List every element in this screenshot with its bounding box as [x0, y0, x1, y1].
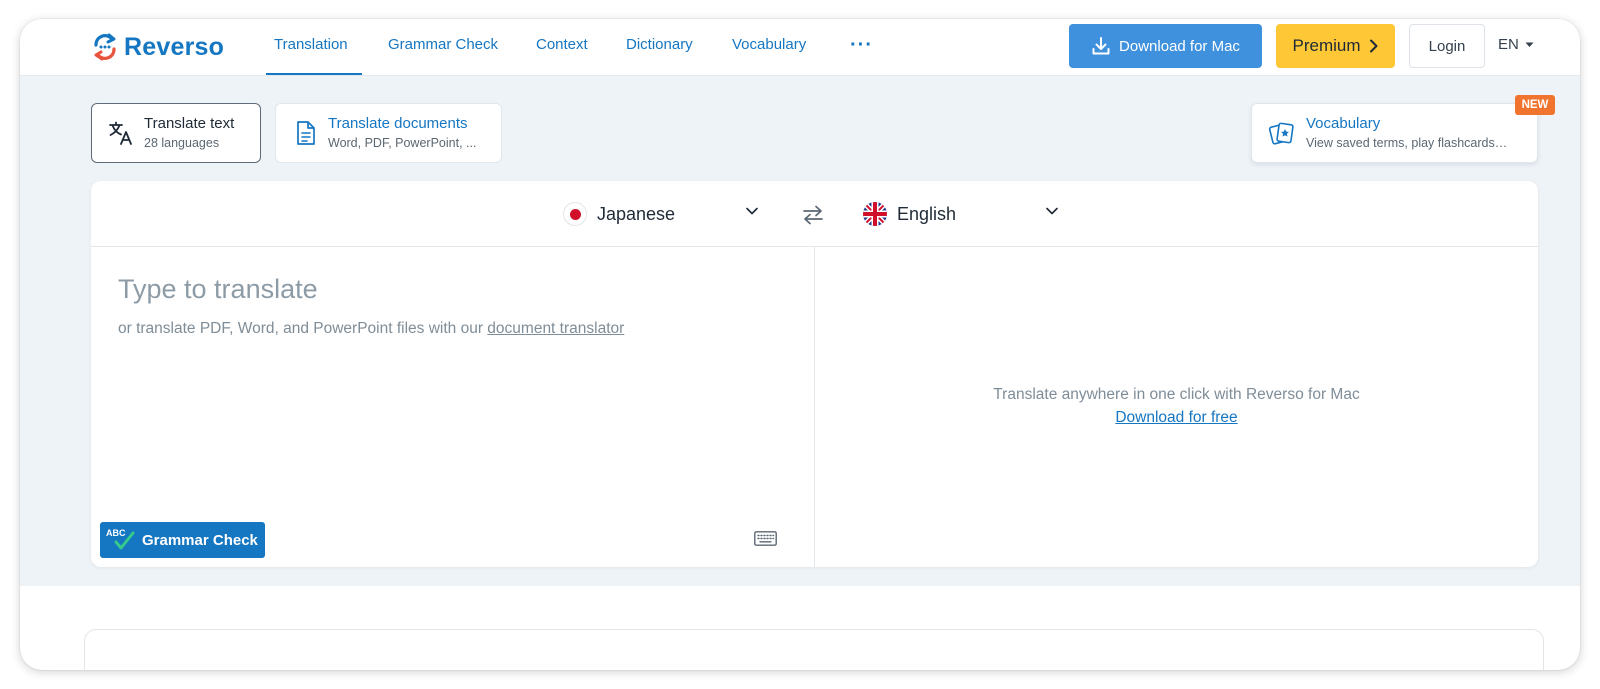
target-chevron-down-icon[interactable] — [1046, 207, 1058, 215]
login-button[interactable]: Login — [1409, 24, 1485, 68]
interface-language-select[interactable]: EN — [1498, 36, 1534, 53]
top-navigation: Reverso Translation Grammar Check Contex… — [20, 19, 1580, 76]
premium-button[interactable]: Premium — [1276, 24, 1395, 68]
translate-documents-card[interactable]: Translate documents Word, PDF, PowerPoin… — [275, 103, 502, 163]
mac-promo-text: Translate anywhere in one click with Rev… — [993, 386, 1360, 403]
source-language-label: Japanese — [597, 203, 676, 224]
abc-text: ABC — [106, 528, 126, 538]
translate-text-card[interactable]: Translate text 28 languages — [91, 103, 261, 163]
chevron-right-icon — [1369, 39, 1377, 53]
nav-context[interactable]: Context — [536, 19, 588, 76]
source-chevron-down-icon[interactable] — [746, 207, 758, 215]
vocabulary-title: Vocabulary — [1306, 115, 1381, 132]
language-bar: Japanese English — [91, 181, 1538, 247]
document-icon — [297, 121, 315, 145]
translate-icon — [109, 121, 132, 145]
vocabulary-card[interactable]: Vocabulary View saved terms, play flashc… — [1251, 103, 1538, 163]
active-tab-indicator — [266, 73, 362, 75]
lower-content-card — [84, 629, 1544, 670]
target-language-select[interactable]: English — [863, 200, 956, 228]
nav-translation[interactable]: Translation — [274, 19, 348, 76]
translate-text-subtitle: 28 languages — [144, 136, 220, 150]
keyboard-icon[interactable] — [754, 531, 777, 546]
premium-button-label: Premium — [1292, 36, 1361, 55]
flashcards-icon — [1268, 122, 1294, 145]
reverso-logo[interactable]: Reverso — [90, 30, 224, 64]
document-hint-text: or translate PDF, Word, and PowerPoint f… — [118, 320, 488, 337]
nav-vocabulary[interactable]: Vocabulary — [732, 19, 806, 76]
grammar-check-button[interactable]: ABC Grammar Check — [100, 522, 265, 558]
translator-section: Translate text 28 languages Translate do… — [20, 76, 1580, 586]
translate-documents-title: Translate documents — [328, 115, 468, 132]
target-language-label: English — [897, 203, 957, 224]
interface-language-label: EN — [1498, 36, 1519, 53]
download-button-label: Download for Mac — [1119, 37, 1240, 55]
more-menu-icon[interactable]: ··· — [850, 34, 873, 57]
new-badge: NEW — [1515, 95, 1555, 115]
download-icon — [1092, 37, 1110, 55]
source-language-select[interactable]: Japanese — [563, 200, 675, 228]
grammar-check-label: Grammar Check — [142, 531, 258, 549]
reverso-logo-icon — [94, 33, 116, 61]
translate-text-title: Translate text — [144, 115, 235, 132]
swap-languages-icon[interactable] — [802, 205, 824, 225]
translator-panel: Japanese English Type to translate or tr… — [91, 181, 1538, 567]
brand-name: Reverso — [124, 32, 225, 61]
translate-documents-subtitle: Word, PDF, PowerPoint, ... — [328, 136, 477, 150]
vocabulary-subtitle: View saved terms, play flashcards… — [1306, 136, 1508, 150]
mac-promo: Translate anywhere in one click with Rev… — [815, 386, 1538, 427]
abc-check-icon: ABC — [106, 528, 135, 550]
source-text-input[interactable]: Type to translate — [118, 274, 318, 305]
app-window: Reverso Translation Grammar Check Contex… — [20, 19, 1580, 670]
japan-flag-icon — [563, 202, 587, 226]
uk-flag-icon — [863, 202, 887, 226]
document-hint: or translate PDF, Word, and PowerPoint f… — [118, 320, 624, 338]
download-for-mac-button[interactable]: Download for Mac — [1069, 24, 1262, 68]
nav-grammar-check[interactable]: Grammar Check — [388, 19, 498, 76]
nav-dictionary[interactable]: Dictionary — [626, 19, 693, 76]
document-translator-link[interactable]: document translator — [487, 320, 624, 337]
download-for-free-link[interactable]: Download for free — [1115, 409, 1237, 427]
caret-down-icon — [1525, 42, 1534, 47]
